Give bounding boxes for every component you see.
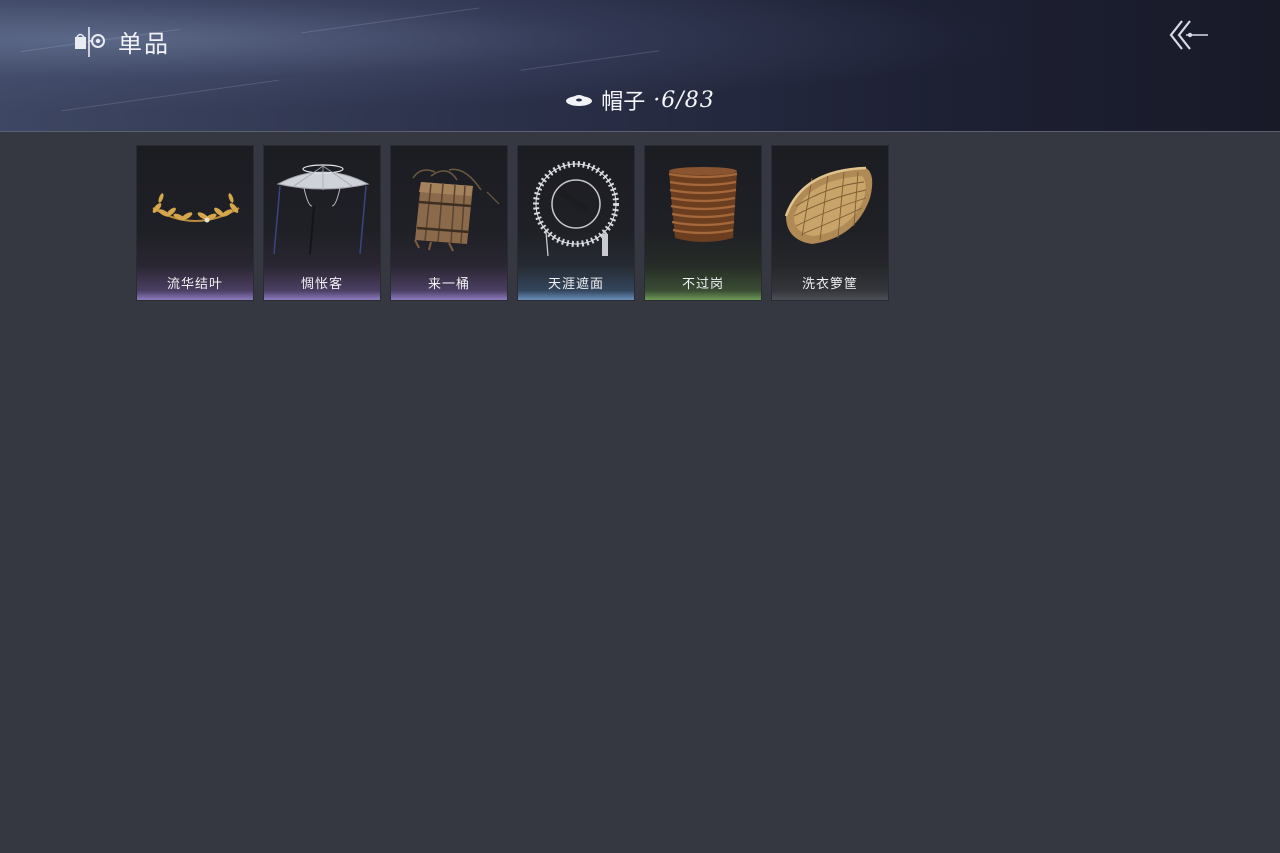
laurel-wreath-icon (152, 193, 240, 223)
category-name: 帽子 (601, 90, 646, 115)
stacked-bowls-icon (668, 167, 738, 242)
back-button[interactable] (1166, 18, 1212, 52)
veiled-hat-icon (533, 161, 619, 257)
category-count: ·6/83 (653, 87, 715, 113)
item-name: 流华结叶 (166, 277, 223, 292)
header-bar: 单品 帽子 ·6/83 (0, 0, 1280, 132)
hat-icon (566, 95, 593, 106)
item-name: 天涯遮面 (547, 277, 604, 292)
item-card[interactable]: 天涯遮面 (517, 145, 635, 301)
page-title: 单品 (118, 30, 170, 58)
item-name: 惆怅客 (300, 277, 343, 292)
wicker-basket-icon (784, 166, 873, 244)
wooden-bucket-icon (412, 168, 500, 252)
back-chevrons-icon (1169, 20, 1208, 50)
item-name: 来一桶 (427, 277, 470, 292)
wardrobe-page: 单品 帽子 ·6/83 流华结叶 惆怅客 来一桶 天涯遮面 不过岗 洗衣箩筐 (0, 0, 1280, 853)
item-name: 洗衣箩筐 (801, 277, 858, 292)
item-card[interactable]: 洗衣箩筐 (771, 145, 889, 301)
item-card[interactable]: 惆怅客 (263, 145, 381, 301)
bamboo-hat-icon (273, 164, 370, 255)
category-title: 帽子 ·6/83 (0, 84, 1280, 116)
wardrobe-icon (74, 25, 106, 59)
item-card[interactable]: 不过岗 (644, 145, 762, 301)
item-grid: 流华结叶 惆怅客 来一桶 天涯遮面 不过岗 洗衣箩筐 (136, 145, 889, 301)
item-name: 不过岗 (681, 277, 724, 292)
item-card[interactable]: 来一桶 (390, 145, 508, 301)
brand: 单品 (74, 24, 170, 59)
item-card[interactable]: 流华结叶 (136, 145, 254, 301)
